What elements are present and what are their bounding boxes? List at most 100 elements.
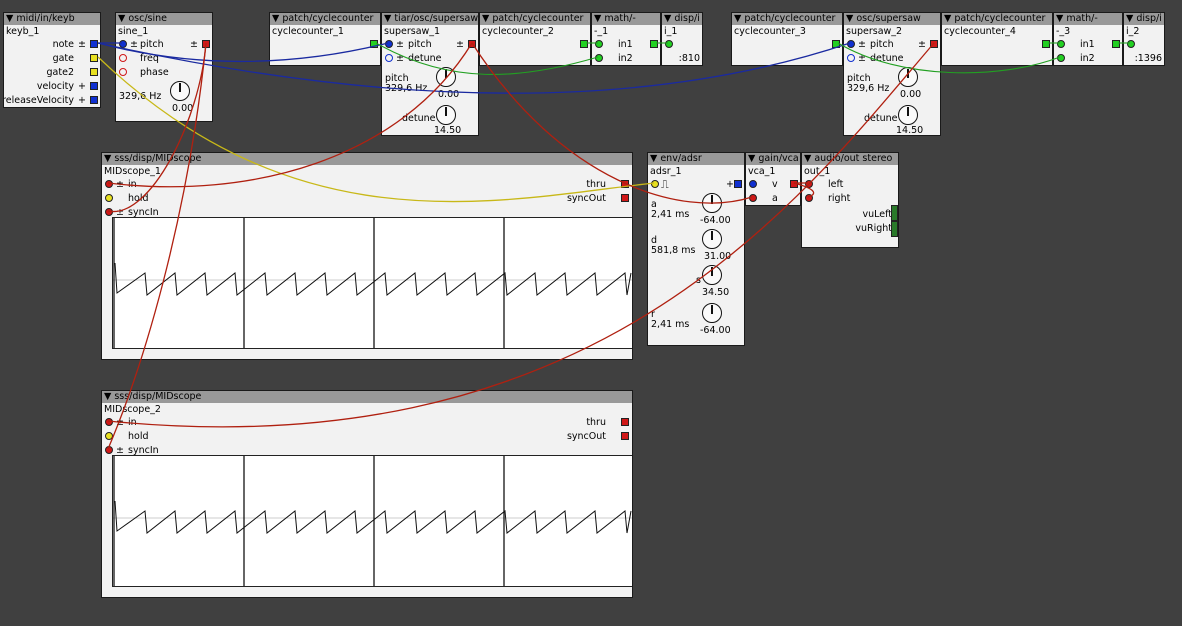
plusminus-icon: ± [190,39,198,50]
supersaw-object[interactable]: ▼ tiar/osc/supersaw supersaw_1 ± pitch ±… [381,12,479,136]
disp-int-object[interactable]: ▼ disp/i i_1 :810 [661,12,703,66]
release-knob[interactable] [702,303,722,323]
plus-icon: + [726,179,734,190]
object-header[interactable]: ▼ env/adsr [648,153,744,165]
plusminus-icon: ± [116,417,124,428]
adsr-object[interactable]: ▼ env/adsr adsr_1 ⎍ + a 2,41 ms -64.00 d… [647,152,745,346]
inlet-in1[interactable] [595,40,603,48]
outlet-wave[interactable] [930,40,938,48]
inlet-a[interactable] [749,194,757,202]
inlet-syncin[interactable] [105,208,113,216]
outlet-wave[interactable] [202,40,210,48]
inlet-in2[interactable] [595,54,603,62]
instance-name: cyclecounter_3 [734,26,806,37]
object-header[interactable]: ▼ tiar/osc/supersaw [382,13,478,25]
keyb-object[interactable]: ▼ midi/in/keyb keyb_1 note ± gate gate2 … [3,12,101,108]
outlet-out[interactable] [1112,40,1120,48]
object-header[interactable]: ▼ disp/i [662,13,702,25]
sustain-knob[interactable] [702,265,722,285]
object-header[interactable]: ▼ sss/disp/MIDscope [102,391,632,403]
object-header[interactable]: ▼ midi/in/keyb [4,13,100,25]
outlet-velocity[interactable] [90,82,98,90]
inlet-gate[interactable] [651,180,659,188]
instance-name: keyb_1 [6,26,40,37]
object-header[interactable]: ▼ sss/disp/MIDscope [102,153,632,165]
inlet-in[interactable] [105,418,113,426]
inlet-pitch[interactable] [847,40,855,48]
object-header[interactable]: ▼ math/- [592,13,660,25]
pitch-knob[interactable] [898,67,918,87]
outlet-out[interactable] [790,180,798,188]
outlet-wave[interactable] [468,40,476,48]
object-header[interactable]: ▼ patch/cyclecounter [732,13,842,25]
decay-knob[interactable] [702,229,722,249]
object-header[interactable]: ▼ patch/cyclecounter [942,13,1052,25]
inlet-in[interactable] [1127,40,1135,48]
outlet-releasevelocity[interactable] [90,96,98,104]
object-header[interactable]: ▼ math/- [1054,13,1122,25]
inlet-hold[interactable] [105,432,113,440]
object-header[interactable]: ▼ osc/supersaw [844,13,940,25]
instance-name: cyclecounter_1 [272,26,344,37]
outlet-note[interactable] [90,40,98,48]
math-minus-object[interactable]: ▼ math/- -_1 in1 in2 [591,12,661,66]
param-value-a: 2,41 ms [651,209,690,220]
sine-object[interactable]: ▼ osc/sine sine_1 ± pitch freq phase ± 3… [115,12,213,122]
knob-value: 0.00 [172,103,194,114]
inlet-freq[interactable] [119,54,127,62]
instance-name: out_1 [804,166,831,177]
audio-out-object[interactable]: ▼ audio/out stereo out_1 left right vuLe… [801,152,899,248]
outlet-thru[interactable] [621,180,629,188]
outlet-env[interactable] [734,180,742,188]
inlet-in2[interactable] [1057,54,1065,62]
inlet-hold[interactable] [105,194,113,202]
midscope-object[interactable]: ▼ sss/disp/MIDscope MIDscope_1 ± in hold… [101,152,633,360]
math-minus-object[interactable]: ▼ math/- -_3 in1 in2 [1053,12,1123,66]
inlet-label-in: in [128,417,137,428]
outlet-gate[interactable] [90,54,98,62]
inlet-phase[interactable] [119,68,127,76]
outlet-syncout[interactable] [621,432,629,440]
disp-int-object[interactable]: ▼ disp/i i_2 :1396 [1123,12,1165,66]
detune-knob[interactable] [436,105,456,125]
inlet-v[interactable] [749,180,757,188]
inlet-detune[interactable] [847,54,855,62]
object-header[interactable]: ▼ patch/cyclecounter [480,13,590,25]
attack-knob[interactable] [702,193,722,213]
inlet-in[interactable] [105,180,113,188]
cyclecounter-object[interactable]: ▼ patch/cyclecounter cyclecounter_1 [269,12,381,66]
midscope-object[interactable]: ▼ sss/disp/MIDscope MIDscope_2 ± in hold… [101,390,633,598]
object-header[interactable]: ▼ gain/vca [746,153,800,165]
object-header[interactable]: ▼ disp/i [1124,13,1164,25]
inlet-in[interactable] [665,40,673,48]
inlet-detune[interactable] [385,54,393,62]
cyclecounter-object[interactable]: ▼ patch/cyclecounter cyclecounter_3 [731,12,843,66]
outlet-count[interactable] [580,40,588,48]
outlet-count[interactable] [832,40,840,48]
outlet-syncout[interactable] [621,194,629,202]
vca-object[interactable]: ▼ gain/vca vca_1 v a [745,152,801,206]
cyclecounter-object[interactable]: ▼ patch/cyclecounter cyclecounter_4 [941,12,1053,66]
outlet-thru[interactable] [621,418,629,426]
pitch-knob[interactable] [170,81,190,101]
inlet-in1[interactable] [1057,40,1065,48]
pitch-knob[interactable] [436,67,456,87]
outlet-gate2[interactable] [90,68,98,76]
outlet-count[interactable] [370,40,378,48]
outlet-count[interactable] [1042,40,1050,48]
inlet-pitch[interactable] [119,40,127,48]
detune-knob-value: 14.50 [434,125,462,136]
outlet-out[interactable] [650,40,658,48]
object-header[interactable]: ▼ patch/cyclecounter [270,13,380,25]
supersaw-object[interactable]: ▼ osc/supersaw supersaw_2 ± pitch ± detu… [843,12,941,136]
object-header[interactable]: ▼ audio/out stereo [802,153,898,165]
inlet-right[interactable] [805,194,813,202]
detune-knob[interactable] [898,105,918,125]
inlet-syncin[interactable] [105,446,113,454]
patch-canvas[interactable]: ▼ midi/in/keyb keyb_1 note ± gate gate2 … [0,0,1182,626]
inlet-pitch[interactable] [385,40,393,48]
cyclecounter-object[interactable]: ▼ patch/cyclecounter cyclecounter_2 [479,12,591,66]
plusminus-icon: ± [918,39,926,50]
inlet-left[interactable] [805,180,813,188]
object-header[interactable]: ▼ osc/sine [116,13,212,25]
